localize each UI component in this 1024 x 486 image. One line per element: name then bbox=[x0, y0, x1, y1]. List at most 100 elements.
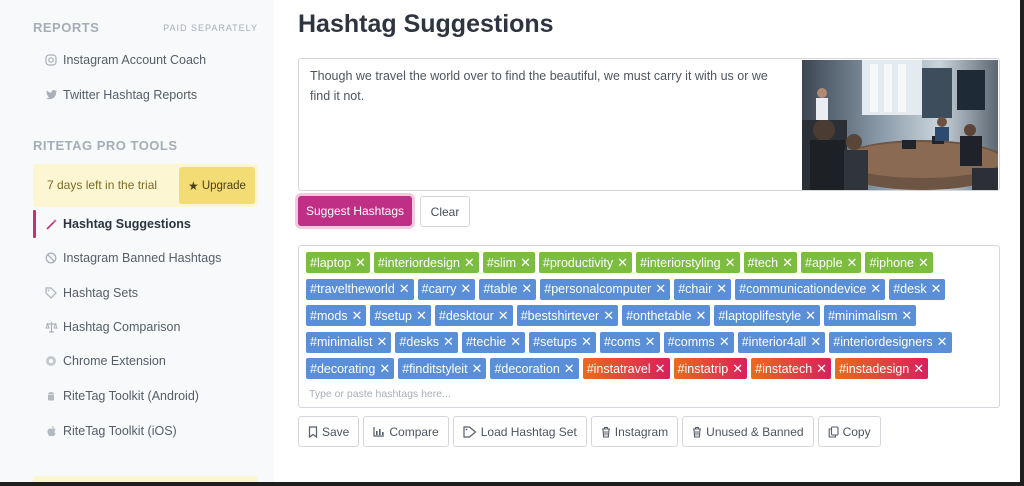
remove-hashtag-icon[interactable]: ✕ bbox=[617, 255, 628, 271]
save-button[interactable]: Save bbox=[298, 416, 360, 447]
sidebar-item-instagram-banned-hashtags[interactable]: Instagram Banned Hashtags bbox=[44, 247, 221, 269]
hashtag-chip[interactable]: #tech ✕ bbox=[743, 252, 797, 273]
remove-hashtag-icon[interactable]: ✕ bbox=[472, 361, 483, 377]
sidebar-item-hashtag-comparison[interactable]: Hashtag Comparison bbox=[44, 316, 180, 338]
remove-hashtag-icon[interactable]: ✕ bbox=[399, 281, 410, 297]
hashtag-chip[interactable]: #decorating ✕ bbox=[306, 358, 395, 379]
remove-hashtag-icon[interactable]: ✕ bbox=[460, 281, 471, 297]
remove-hashtag-icon[interactable]: ✕ bbox=[695, 308, 706, 324]
hashtag-text: #decoration bbox=[494, 361, 560, 376]
hashtag-chip[interactable]: #mods ✕ bbox=[306, 305, 367, 326]
hashtag-chip[interactable]: #coms ✕ bbox=[599, 331, 660, 353]
hashtag-chip[interactable]: #bestshirtever ✕ bbox=[516, 305, 619, 326]
hashtag-chip[interactable]: #decoration ✕ bbox=[490, 358, 579, 379]
remove-hashtag-icon[interactable]: ✕ bbox=[782, 255, 793, 271]
hashtag-chip[interactable]: #productivity ✕ bbox=[538, 252, 632, 273]
hashtag-chip[interactable]: #setup ✕ bbox=[370, 305, 431, 326]
hashtag-input-placeholder[interactable]: Type or paste hashtags here... bbox=[309, 388, 451, 400]
suggest-hashtags-button[interactable]: Suggest Hashtags bbox=[298, 196, 412, 226]
remove-hashtag-icon[interactable]: ✕ bbox=[581, 334, 592, 350]
remove-hashtag-icon[interactable]: ✕ bbox=[725, 255, 736, 271]
hashtag-chip[interactable]: #instatravel ✕ bbox=[582, 358, 670, 379]
sidebar-item-label: Instagram Banned Hashtags bbox=[63, 251, 222, 265]
hashtag-chip[interactable]: #iphone ✕ bbox=[865, 252, 933, 273]
remove-hashtag-icon[interactable]: ✕ bbox=[913, 361, 924, 377]
sidebar-item-hashtag-sets[interactable]: Hashtag Sets bbox=[44, 282, 138, 304]
remove-hashtag-icon[interactable]: ✕ bbox=[816, 361, 827, 377]
hashtag-chip[interactable]: #interiorstyling ✕ bbox=[636, 252, 740, 273]
post-text-area[interactable]: Though we travel the world over to find … bbox=[298, 58, 1000, 191]
hashtag-chip[interactable]: #carry ✕ bbox=[417, 278, 476, 300]
hashtag-chip[interactable]: #interiordesign ✕ bbox=[373, 252, 479, 273]
hashtag-chip[interactable]: #onthetable ✕ bbox=[622, 305, 711, 326]
remove-hashtag-icon[interactable]: ✕ bbox=[847, 255, 858, 271]
remove-hashtag-icon[interactable]: ✕ bbox=[520, 255, 531, 271]
hashtag-chip[interactable]: #minimalist ✕ bbox=[306, 331, 392, 353]
hashtag-chip[interactable]: #chair ✕ bbox=[674, 278, 732, 300]
remove-hashtag-icon[interactable]: ✕ bbox=[443, 334, 454, 350]
load-hashtag-set-button[interactable]: Load Hashtag Set bbox=[452, 416, 587, 447]
hashtag-chip[interactable]: #slim ✕ bbox=[482, 252, 535, 273]
remove-hashtag-icon[interactable]: ✕ bbox=[918, 255, 929, 271]
hashtag-chip[interactable]: #comms ✕ bbox=[663, 331, 734, 353]
hashtag-chip[interactable]: #communicationdevice ✕ bbox=[735, 278, 886, 300]
remove-hashtag-icon[interactable]: ✕ bbox=[510, 334, 521, 350]
hashtag-chip[interactable]: #minimalism ✕ bbox=[823, 305, 917, 326]
hashtag-chip[interactable]: #techie ✕ bbox=[461, 331, 526, 353]
remove-hashtag-icon[interactable]: ✕ bbox=[416, 308, 427, 324]
hashtag-chip[interactable]: #finditstyleit ✕ bbox=[398, 358, 487, 379]
remove-hashtag-icon[interactable]: ✕ bbox=[564, 361, 575, 377]
remove-hashtag-icon[interactable]: ✕ bbox=[810, 334, 821, 350]
remove-hashtag-icon[interactable]: ✕ bbox=[645, 334, 656, 350]
hashtag-chip[interactable]: #personalcomputer ✕ bbox=[540, 278, 671, 300]
remove-hashtag-icon[interactable]: ✕ bbox=[719, 334, 730, 350]
remove-hashtag-icon[interactable]: ✕ bbox=[352, 308, 363, 324]
hashtag-chip[interactable]: #apple ✕ bbox=[801, 252, 862, 273]
remove-hashtag-icon[interactable]: ✕ bbox=[732, 361, 743, 377]
remove-hashtag-icon[interactable]: ✕ bbox=[655, 281, 666, 297]
hashtag-chip[interactable]: #interiordesigners ✕ bbox=[829, 331, 952, 353]
copy-button[interactable]: Copy bbox=[817, 416, 881, 447]
hashtag-chip[interactable]: #table ✕ bbox=[479, 278, 537, 300]
sidebar-item-hashtag-suggestions[interactable]: Hashtag Suggestions bbox=[44, 213, 191, 235]
hashtag-chip[interactable]: #laptop ✕ bbox=[306, 252, 370, 273]
upgrade-button[interactable]: ★ Upgrade bbox=[179, 167, 255, 204]
hashtag-chip[interactable]: #instatrip ✕ bbox=[673, 358, 748, 379]
remove-hashtag-icon[interactable]: ✕ bbox=[937, 334, 948, 350]
hashtag-chip[interactable]: #setups ✕ bbox=[529, 331, 596, 353]
hashtag-chip[interactable]: #desks ✕ bbox=[395, 331, 458, 353]
remove-hashtag-icon[interactable]: ✕ bbox=[901, 308, 912, 324]
hashtag-text: #instatravel bbox=[586, 361, 651, 376]
remove-hashtag-icon[interactable]: ✕ bbox=[379, 361, 390, 377]
remove-hashtag-icon[interactable]: ✕ bbox=[498, 308, 509, 324]
sidebar-item-ritetag-toolkit-ios[interactable]: RiteTag Toolkit (iOS) bbox=[44, 420, 177, 442]
remove-instagram-banned-button[interactable]: Instagram bbox=[590, 416, 679, 447]
remove-hashtag-icon[interactable]: ✕ bbox=[377, 334, 388, 350]
remove-hashtag-icon[interactable]: ✕ bbox=[716, 281, 727, 297]
hashtag-chip[interactable]: #desk ✕ bbox=[889, 278, 946, 300]
remove-unused-banned-button[interactable]: Unused & Banned bbox=[682, 416, 814, 447]
remove-hashtag-icon[interactable]: ✕ bbox=[870, 281, 881, 297]
compare-button[interactable]: Compare bbox=[363, 416, 449, 447]
remove-hashtag-icon[interactable]: ✕ bbox=[805, 308, 816, 324]
hashtag-chip[interactable]: #traveltheworld ✕ bbox=[306, 278, 414, 300]
sidebar-item-instagram-account-coach[interactable]: Instagram Account Coach bbox=[44, 49, 206, 71]
sidebar-item-ritetag-toolkit-android[interactable]: RiteTag Toolkit (Android) bbox=[44, 385, 199, 407]
hashtag-chip[interactable]: #instatech ✕ bbox=[751, 358, 832, 379]
hashtag-chip[interactable]: #interior4all ✕ bbox=[737, 331, 826, 353]
remove-hashtag-icon[interactable]: ✕ bbox=[603, 308, 614, 324]
remove-hashtag-icon[interactable]: ✕ bbox=[655, 361, 666, 377]
hashtag-row: #decorating ✕ #finditstyleit ✕ #decoration ✕ #… bbox=[306, 358, 996, 379]
sidebar-item-twitter-hashtag-reports[interactable]: Twitter Hashtag Reports bbox=[44, 84, 197, 106]
hashtag-chip[interactable]: #instadesign ✕ bbox=[835, 358, 929, 379]
remove-hashtag-icon[interactable]: ✕ bbox=[931, 281, 942, 297]
hashtag-chip[interactable]: #desktour ✕ bbox=[434, 305, 513, 326]
hashtag-box[interactable]: #laptop ✕ #interiordesign ✕ #slim ✕ #productiv… bbox=[298, 245, 1000, 408]
hashtag-chip[interactable]: #laptoplifestyle ✕ bbox=[714, 305, 820, 326]
clear-button[interactable]: Clear bbox=[420, 196, 470, 227]
remove-hashtag-icon[interactable]: ✕ bbox=[355, 255, 366, 271]
remove-hashtag-icon[interactable]: ✕ bbox=[521, 281, 532, 297]
post-text[interactable]: Though we travel the world over to find … bbox=[310, 66, 788, 106]
sidebar-item-chrome-extension[interactable]: Chrome Extension bbox=[44, 350, 166, 372]
remove-hashtag-icon[interactable]: ✕ bbox=[464, 255, 475, 271]
